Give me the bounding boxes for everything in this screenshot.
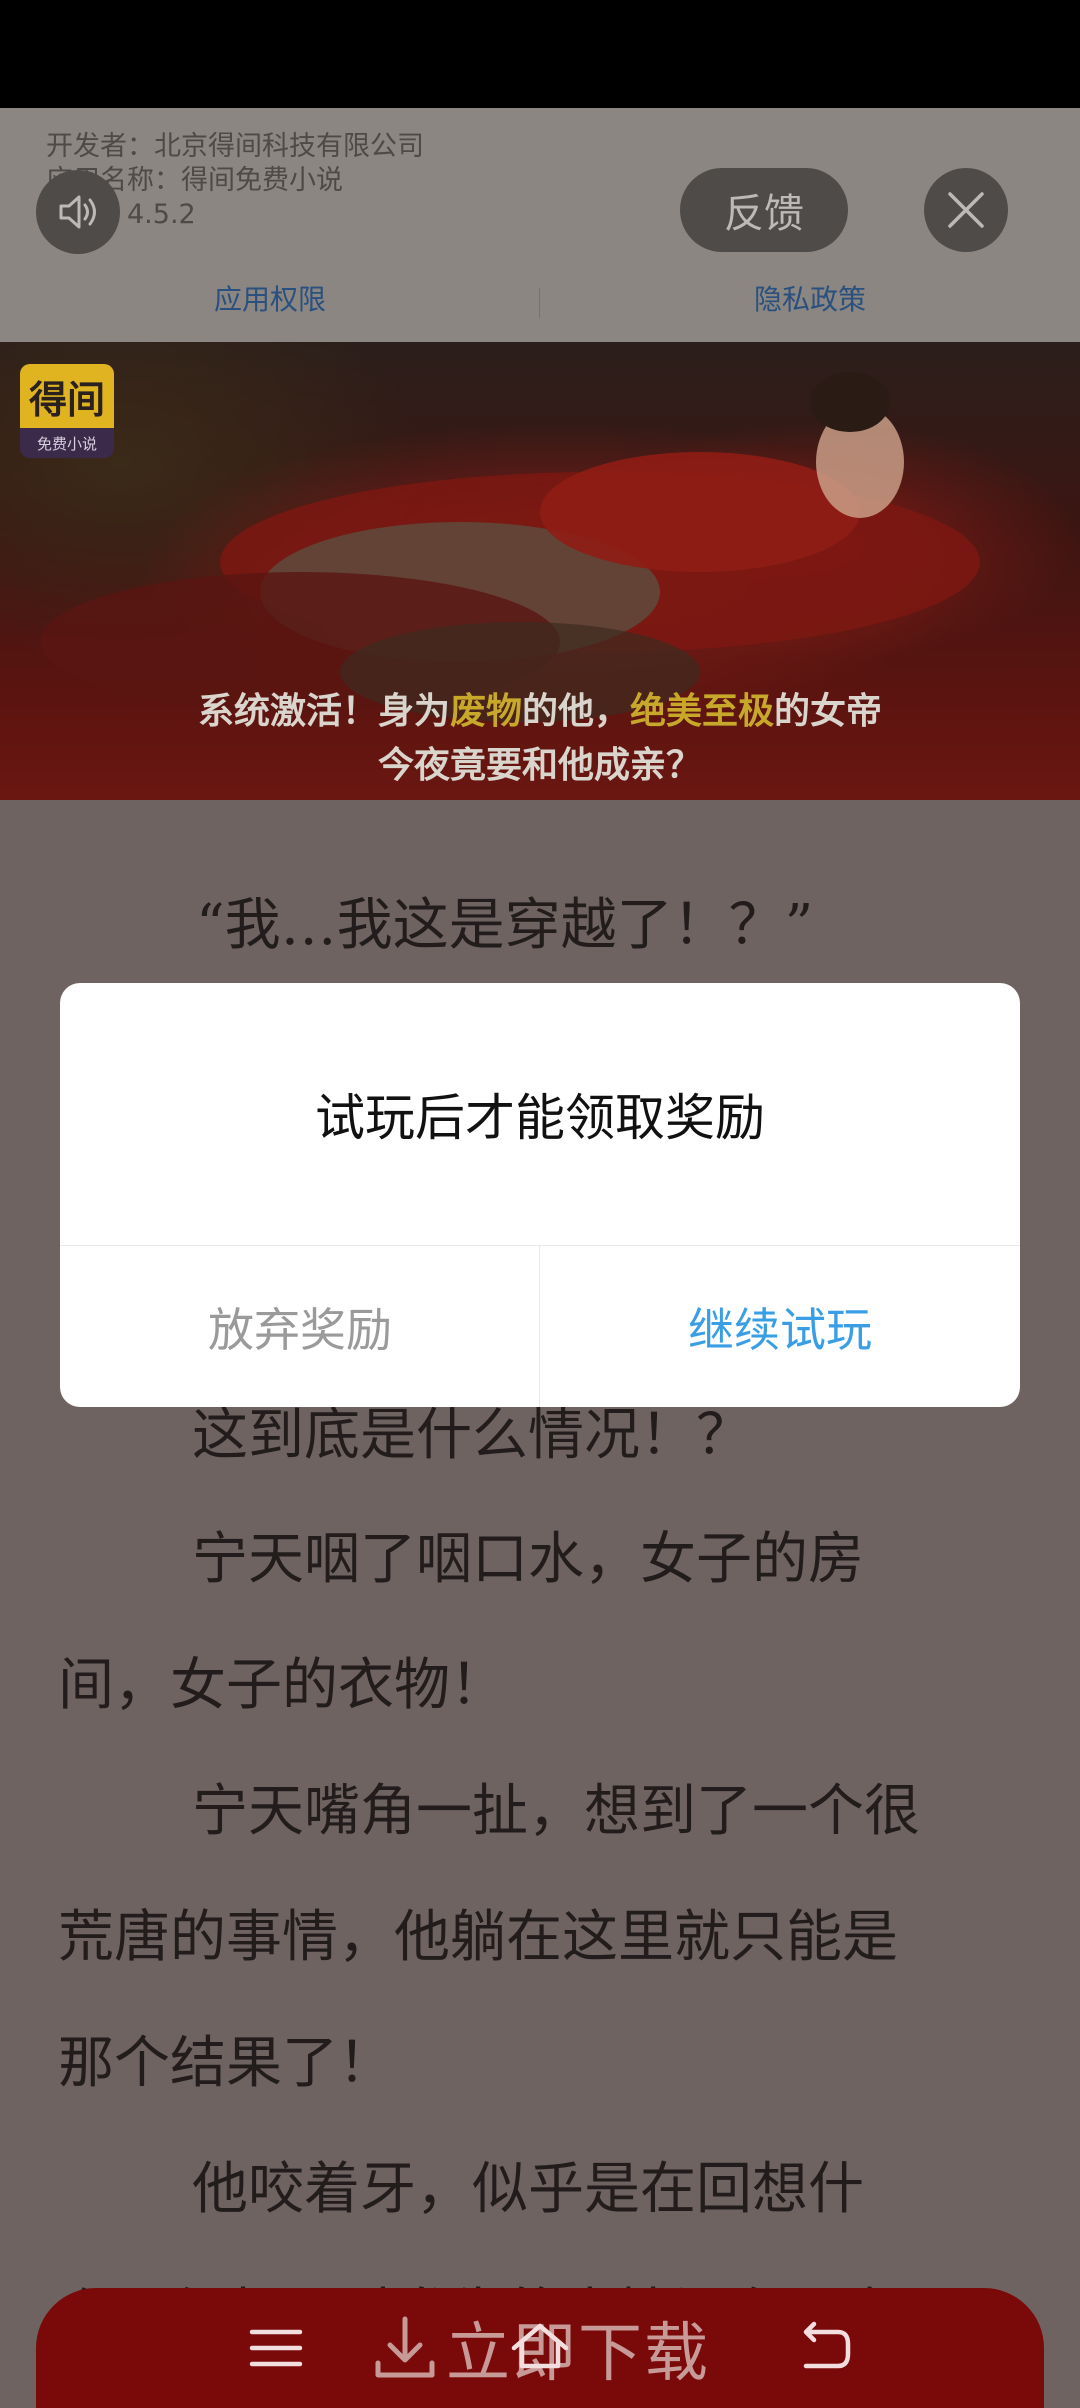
download-bar[interactable]: 立即下载: [36, 2288, 1044, 2408]
text-line: “我…我这是穿越了！？”: [196, 893, 814, 958]
close-ad-button[interactable]: [924, 168, 1008, 252]
text-line: 间，女子的衣物！: [58, 1653, 506, 1718]
app-logo: 得间 免费小说: [20, 364, 114, 458]
download-icon: [375, 2316, 435, 2378]
ad-info-header: 开发者：北京得间科技有限公司 应用名称：得间免费小说 版本：4.5.2 反馈 应…: [0, 108, 1080, 342]
text-line: 他咬着牙，似乎是在回想什: [192, 2157, 864, 2222]
text-line: 荒唐的事情，他躺在这里就只能是: [58, 1905, 898, 1970]
logo-subtext: 免费小说: [36, 434, 97, 453]
ad-links: 应用权限 隐私政策: [0, 270, 1080, 330]
developer-text: 开发者：北京得间科技有限公司: [46, 131, 424, 162]
dialog-title: 试玩后才能领取奖励: [315, 1089, 765, 1147]
home-icon[interactable]: [508, 2318, 572, 2378]
text-line: 宁天嘴角一扯，想到了一个很: [192, 1779, 920, 1844]
banner-caption-line1: 系统激活！身为废物的他，绝美至极的女帝: [197, 691, 883, 732]
back-icon[interactable]: [792, 2318, 856, 2378]
speaker-icon: [59, 195, 96, 229]
sound-toggle-button[interactable]: [36, 170, 120, 254]
permissions-link[interactable]: 应用权限: [0, 270, 540, 330]
ad-banner-image[interactable]: 得间 免费小说 系统激活！身为废物的他，绝美至极的女帝 今夜竟要和他成亲？: [0, 342, 1080, 800]
banner-caption-line2: 今夜竟要和他成亲？: [377, 745, 702, 786]
continue-trial-button[interactable]: 继续试玩: [540, 1246, 1020, 1407]
menu-icon[interactable]: [244, 2318, 308, 2378]
reward-dialog: 试玩后才能领取奖励 放弃奖励 继续试玩: [60, 983, 1020, 1407]
privacy-link[interactable]: 隐私政策: [540, 270, 1080, 330]
logo-text: 得间: [20, 364, 114, 428]
close-icon: [948, 192, 984, 228]
text-line: 宁天咽了咽口水，女子的房: [192, 1527, 864, 1592]
give-up-reward-button[interactable]: 放弃奖励: [60, 1246, 540, 1407]
status-bar: [0, 0, 1080, 108]
text-line: 那个结果了！: [58, 2031, 394, 2096]
feedback-button[interactable]: 反馈: [680, 168, 848, 252]
